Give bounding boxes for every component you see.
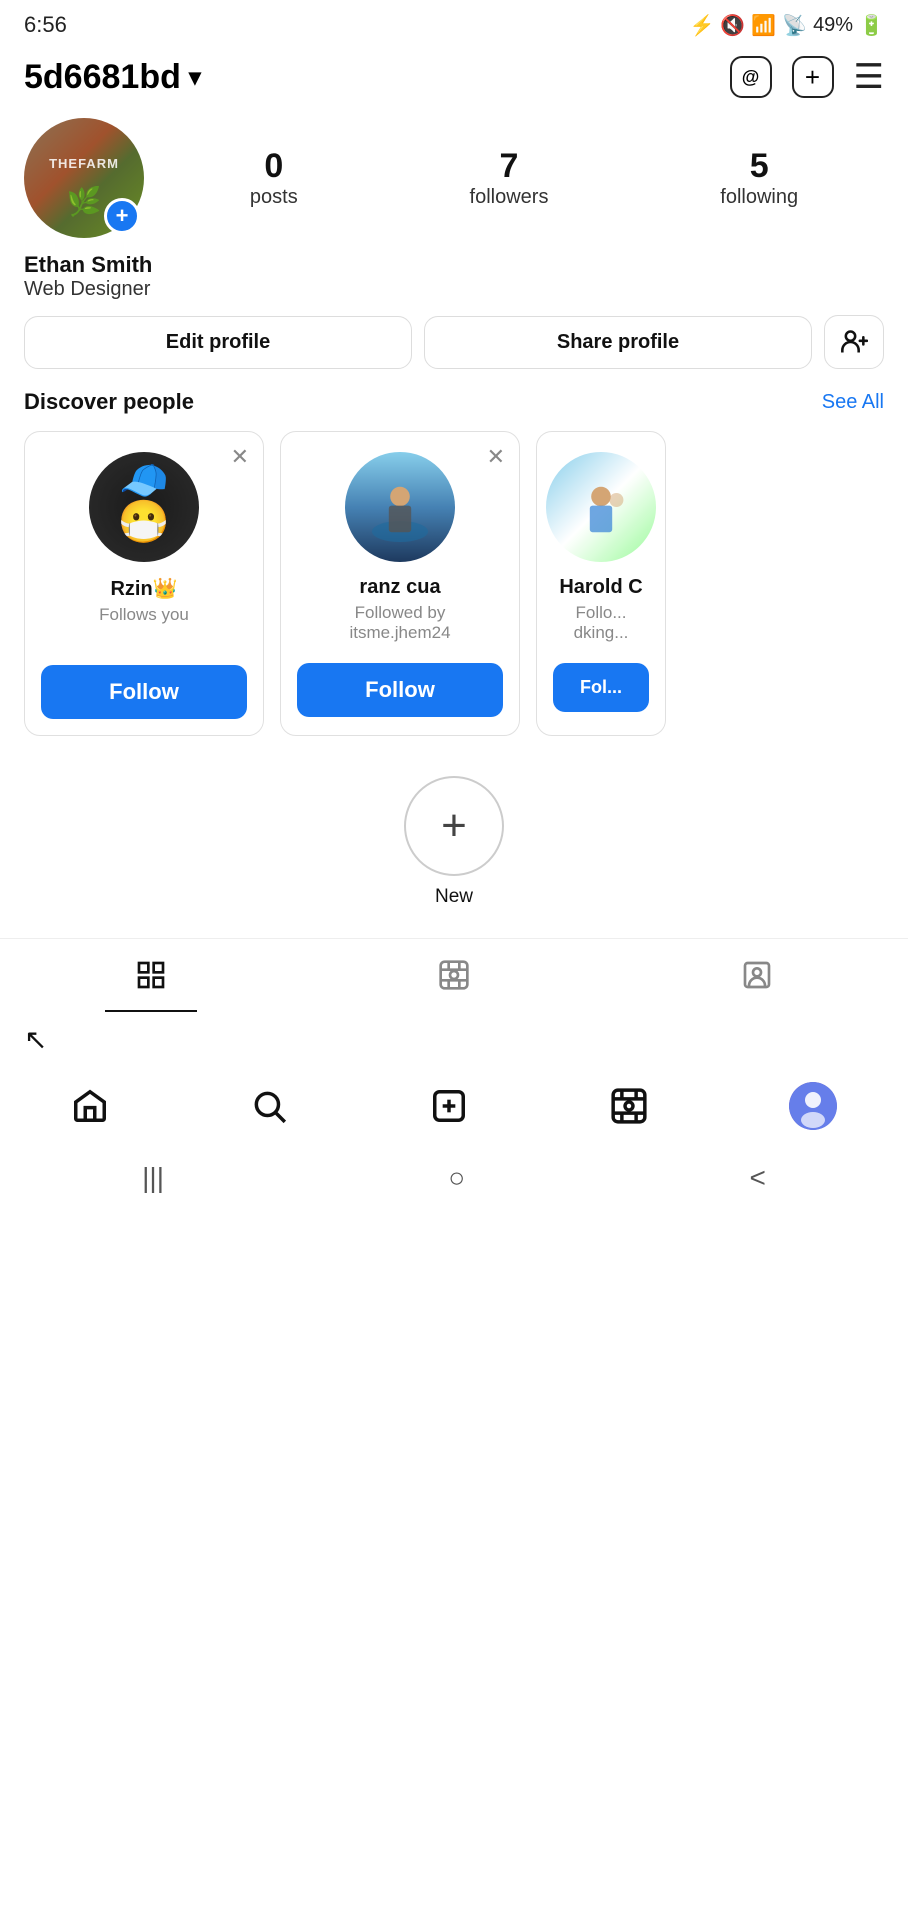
discover-title: Discover people — [24, 389, 194, 415]
content-tabs — [0, 938, 908, 1013]
discover-scroll[interactable]: ✕ Rzin👑 Follows you Follow ✕ ranz cua Fo… — [0, 431, 908, 756]
wifi-icon: 📶 — [751, 13, 776, 38]
action-buttons: Edit profile Share profile — [0, 315, 908, 389]
status-icons: ⚡ 🔇 📶 📡 49% 🔋 — [689, 13, 884, 38]
card-sub-3: Follo...dking... — [574, 603, 629, 647]
card-name-2: ranz cua — [359, 576, 440, 599]
add-person-button[interactable] — [824, 315, 884, 369]
cursor-indicator: ↖ — [24, 1023, 47, 1056]
battery-label: 49% — [813, 14, 853, 37]
new-story-button[interactable]: + New — [24, 776, 884, 908]
discover-header: Discover people See All — [0, 389, 908, 431]
status-time: 6:56 — [24, 12, 67, 38]
following-count: 5 — [750, 147, 769, 186]
add-post-button[interactable]: + — [792, 56, 834, 98]
nav-profile-button[interactable] — [789, 1082, 837, 1130]
close-card-2[interactable]: ✕ — [487, 444, 505, 470]
followers-label: followers — [470, 186, 549, 209]
nav-add-button[interactable] — [430, 1087, 468, 1125]
username-text: 5d6681bd — [24, 58, 181, 97]
follow-button-2[interactable]: Follow — [297, 663, 503, 717]
threads-icon[interactable]: @ — [730, 56, 772, 98]
bluetooth-icon: ⚡ — [689, 13, 714, 38]
card-sub-1: Follows you — [99, 605, 189, 649]
nav-search-button[interactable] — [250, 1087, 288, 1125]
header-username[interactable]: 5d6681bd ▾ — [24, 58, 201, 97]
discover-card-2: ✕ ranz cua Followed byitsme.jhem24 Follo… — [280, 431, 520, 736]
mute-icon: 🔇 — [720, 13, 745, 38]
header-icons: @ + ☰ — [730, 56, 884, 98]
tab-reels[interactable] — [408, 949, 500, 1001]
see-all-button[interactable]: See All — [822, 391, 884, 414]
nav-reels-button[interactable] — [610, 1087, 648, 1125]
add-avatar-badge[interactable]: + — [104, 198, 140, 234]
tab-tagged[interactable] — [711, 949, 803, 1001]
posts-label: posts — [250, 186, 298, 209]
stat-posts[interactable]: 0 posts — [250, 147, 298, 209]
card-name-3: Harold C — [559, 576, 642, 599]
following-label: following — [720, 186, 798, 209]
edit-profile-button[interactable]: Edit profile — [24, 316, 412, 369]
new-story-icon: + — [441, 801, 467, 851]
followers-count: 7 — [500, 147, 519, 186]
close-card-1[interactable]: ✕ — [231, 444, 249, 470]
stories-section: + New — [0, 756, 908, 938]
profile-info: Ethan Smith Web Designer — [0, 248, 908, 315]
card-avatar-1 — [89, 452, 199, 562]
signal-icon: 📡 — [782, 13, 807, 38]
stat-following[interactable]: 5 following — [720, 147, 798, 209]
status-bar: 6:56 ⚡ 🔇 📶 📡 49% 🔋 — [0, 0, 908, 46]
card-sub-2: Followed byitsme.jhem24 — [349, 603, 450, 647]
system-home-button[interactable]: ○ — [448, 1162, 465, 1194]
follow-button-3[interactable]: Fol... — [553, 663, 649, 712]
profile-section: + 0 posts 7 followers 5 following — [0, 108, 908, 248]
battery-icon: 🔋 — [859, 13, 884, 38]
follow-button-1[interactable]: Follow — [41, 665, 247, 719]
card-avatar-2 — [345, 452, 455, 562]
card-avatar-3 — [546, 452, 656, 562]
profile-stats: 0 posts 7 followers 5 following — [164, 147, 884, 209]
profile-name: Ethan Smith — [24, 252, 884, 278]
profile-bio: Web Designer — [24, 278, 884, 301]
tab-grid[interactable] — [105, 949, 197, 1001]
header: 5d6681bd ▾ @ + ☰ — [0, 46, 908, 108]
share-profile-button[interactable]: Share profile — [424, 316, 812, 369]
system-nav: ||| ○ < — [0, 1146, 908, 1202]
nav-bar — [0, 1066, 908, 1146]
dropdown-icon[interactable]: ▾ — [189, 63, 201, 92]
posts-count: 0 — [264, 147, 283, 186]
discover-card-1: ✕ Rzin👑 Follows you Follow — [24, 431, 264, 736]
stat-followers[interactable]: 7 followers — [470, 147, 549, 209]
avatar-wrapper[interactable]: + — [24, 118, 144, 238]
card-name-1: Rzin👑 — [110, 576, 177, 601]
new-story-label: New — [435, 886, 473, 908]
discover-card-3: Harold C Follo...dking... Fol... — [536, 431, 666, 736]
menu-icon[interactable]: ☰ — [854, 57, 884, 97]
cursor-row: ↖ — [0, 1013, 908, 1066]
new-story-circle: + — [404, 776, 504, 876]
system-back-button[interactable]: < — [749, 1162, 765, 1194]
nav-home-button[interactable] — [71, 1087, 109, 1125]
system-menu-button[interactable]: ||| — [142, 1162, 164, 1194]
